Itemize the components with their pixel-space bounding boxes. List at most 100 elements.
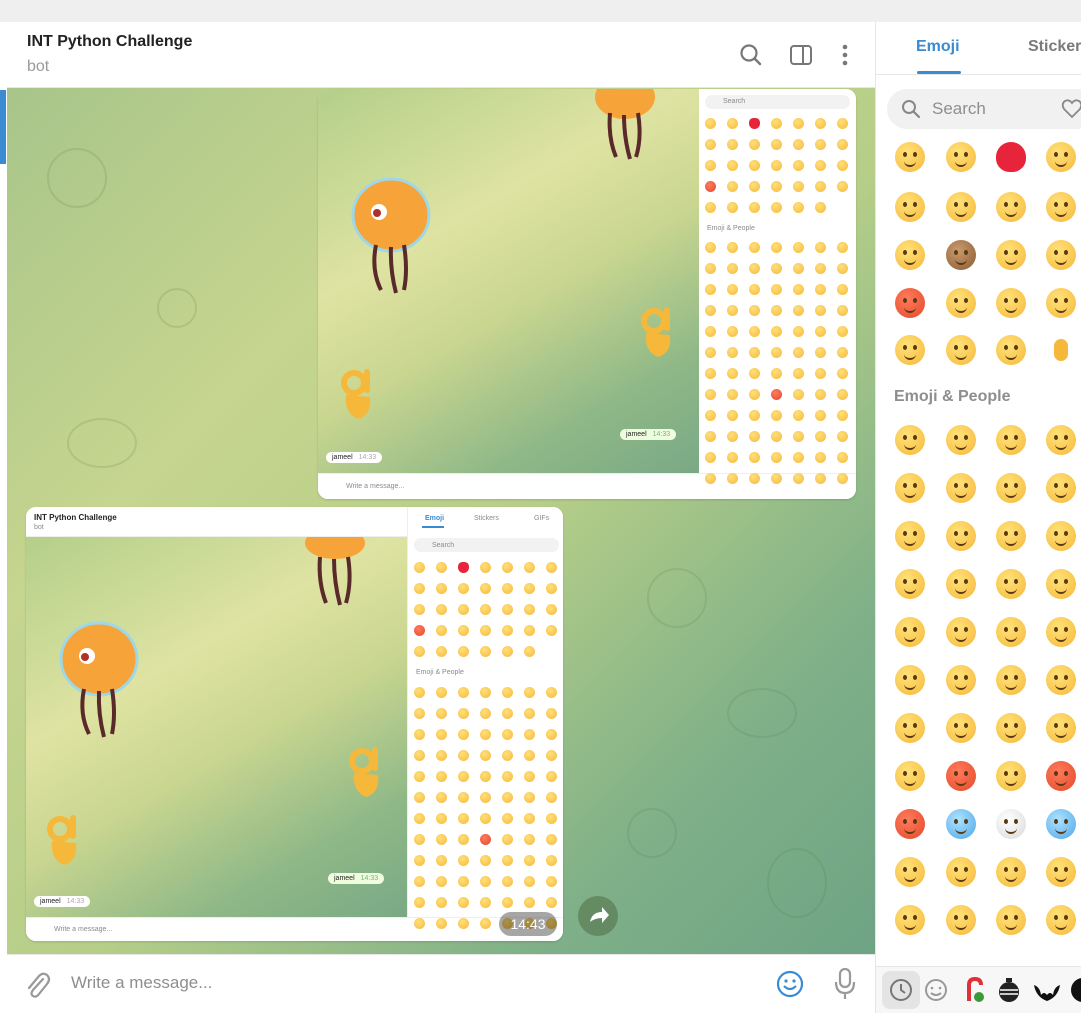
- mini-emoji: [793, 242, 804, 253]
- mini-emoji: [458, 708, 469, 719]
- emoji-cell[interactable]: [1046, 192, 1076, 222]
- ornament-sticker-icon[interactable]: [994, 975, 1024, 1005]
- emoji-cell[interactable]: [1046, 761, 1076, 791]
- emoji-cell[interactable]: [1046, 905, 1076, 935]
- emoji-cell[interactable]: [895, 857, 925, 887]
- emoji-cell[interactable]: [1046, 335, 1076, 365]
- emoji-cell[interactable]: [1046, 240, 1076, 270]
- emoji-cell[interactable]: [895, 665, 925, 695]
- emoji-cell[interactable]: [996, 617, 1026, 647]
- emoji-cell[interactable]: [895, 335, 925, 365]
- emoji-cell[interactable]: [946, 665, 976, 695]
- mini-emoji: [436, 876, 447, 887]
- screenshot-image-1[interactable]: jameel 14:33 jameel 14:33 Write a message.…: [318, 89, 856, 499]
- more-vertical-icon[interactable]: [832, 42, 858, 68]
- paperclip-icon[interactable]: [23, 970, 51, 1000]
- emoji-cell[interactable]: [895, 473, 925, 503]
- emoji-cell[interactable]: [1046, 425, 1076, 455]
- tab-emoji[interactable]: Emoji: [916, 38, 960, 56]
- emoji-cell[interactable]: [895, 192, 925, 222]
- emoji-cell[interactable]: [895, 617, 925, 647]
- mini-emoji: [546, 708, 557, 719]
- mini-emoji: [502, 708, 513, 719]
- emoji-cell[interactable]: [895, 569, 925, 599]
- emoji-cell[interactable]: [996, 288, 1026, 318]
- emoji-cell[interactable]: [895, 809, 925, 839]
- heart-icon[interactable]: [1061, 98, 1081, 120]
- emoji-cell[interactable]: [1046, 857, 1076, 887]
- emoji-cell[interactable]: [946, 521, 976, 551]
- emoji-cell[interactable]: [1046, 809, 1076, 839]
- emoji-cell[interactable]: [996, 521, 1026, 551]
- emoji-cell[interactable]: [1046, 617, 1076, 647]
- emoji-cell[interactable]: [996, 761, 1026, 791]
- emoji-cell[interactable]: [996, 905, 1026, 935]
- emoji-cell[interactable]: [946, 761, 976, 791]
- emoji-cell[interactable]: [895, 240, 925, 270]
- emoji-cell[interactable]: [895, 521, 925, 551]
- mini-emoji: [793, 139, 804, 150]
- emoji-cell[interactable]: [946, 142, 976, 172]
- screenshot-image-2[interactable]: INT Python Challenge bot jameel 14:33 jam…: [26, 507, 563, 941]
- emoji-cell[interactable]: [895, 905, 925, 935]
- emoji-cell[interactable]: [996, 569, 1026, 599]
- candy-cane-sticker-icon[interactable]: [959, 975, 989, 1005]
- mini-emoji: [414, 562, 425, 573]
- emoji-cell[interactable]: [895, 761, 925, 791]
- emoji-cell[interactable]: [946, 617, 976, 647]
- emoji-cell[interactable]: [1046, 713, 1076, 743]
- smile-icon[interactable]: [775, 969, 805, 999]
- sticker-pack-icon[interactable]: [1068, 975, 1081, 1005]
- recent-clock-icon[interactable]: [886, 975, 916, 1005]
- emoji-cell[interactable]: [996, 335, 1026, 365]
- forward-arrow-icon[interactable]: [578, 896, 618, 936]
- batman-sticker-icon[interactable]: [1032, 975, 1062, 1005]
- emoji-cell[interactable]: [946, 809, 976, 839]
- sidebar-toggle-icon[interactable]: [788, 42, 814, 68]
- emoji-cell[interactable]: [996, 713, 1026, 743]
- mini-emoji: [414, 876, 425, 887]
- tab-stickers[interactable]: Stickers: [1028, 38, 1081, 56]
- emoji-cell[interactable]: [946, 192, 976, 222]
- emoji-cell[interactable]: [946, 240, 976, 270]
- emoji-cell[interactable]: [895, 425, 925, 455]
- emoji-cell[interactable]: [946, 905, 976, 935]
- emoji-cell[interactable]: [946, 335, 976, 365]
- search-icon[interactable]: [738, 42, 764, 68]
- emoji-cell[interactable]: [895, 713, 925, 743]
- emoji-cell[interactable]: [946, 569, 976, 599]
- emoji-cell[interactable]: [946, 857, 976, 887]
- mini-emoji: [524, 750, 535, 761]
- emoji-cell[interactable]: [946, 288, 976, 318]
- emoji-cell[interactable]: [996, 665, 1026, 695]
- emoji-cell[interactable]: [996, 809, 1026, 839]
- emoji-cell[interactable]: [996, 473, 1026, 503]
- mini-section-label: Emoji & People: [416, 669, 464, 676]
- emoji-cell[interactable]: [1046, 665, 1076, 695]
- emoji-cell[interactable]: [946, 473, 976, 503]
- emoji-cell[interactable]: [1046, 569, 1076, 599]
- mini-emoji: [771, 263, 782, 274]
- smile-category-icon[interactable]: [921, 975, 951, 1005]
- emoji-cell[interactable]: [996, 425, 1026, 455]
- emoji-cell[interactable]: [946, 713, 976, 743]
- microphone-icon[interactable]: [833, 967, 857, 1001]
- emoji-cell[interactable]: [895, 288, 925, 318]
- emoji-cell[interactable]: [1046, 142, 1076, 172]
- ok-hand-sticker: [47, 815, 77, 865]
- mini-emoji: [546, 771, 557, 782]
- mini-emoji: [502, 687, 513, 698]
- emoji-cell[interactable]: [1046, 521, 1076, 551]
- emoji-cell[interactable]: [946, 425, 976, 455]
- message-input[interactable]: Write a message...: [71, 973, 212, 993]
- emoji-cell[interactable]: [996, 857, 1026, 887]
- emoji-cell[interactable]: [895, 142, 925, 172]
- emoji-cell[interactable]: [1046, 288, 1076, 318]
- emoji-cell[interactable]: [1046, 473, 1076, 503]
- mini-emoji: [480, 792, 491, 803]
- emoji-cell[interactable]: [996, 240, 1026, 270]
- emoji-cell[interactable]: [996, 192, 1026, 222]
- chat-title[interactable]: INT Python Challenge: [27, 33, 192, 51]
- emoji-cell[interactable]: [996, 142, 1026, 172]
- mini-emoji: [502, 876, 513, 887]
